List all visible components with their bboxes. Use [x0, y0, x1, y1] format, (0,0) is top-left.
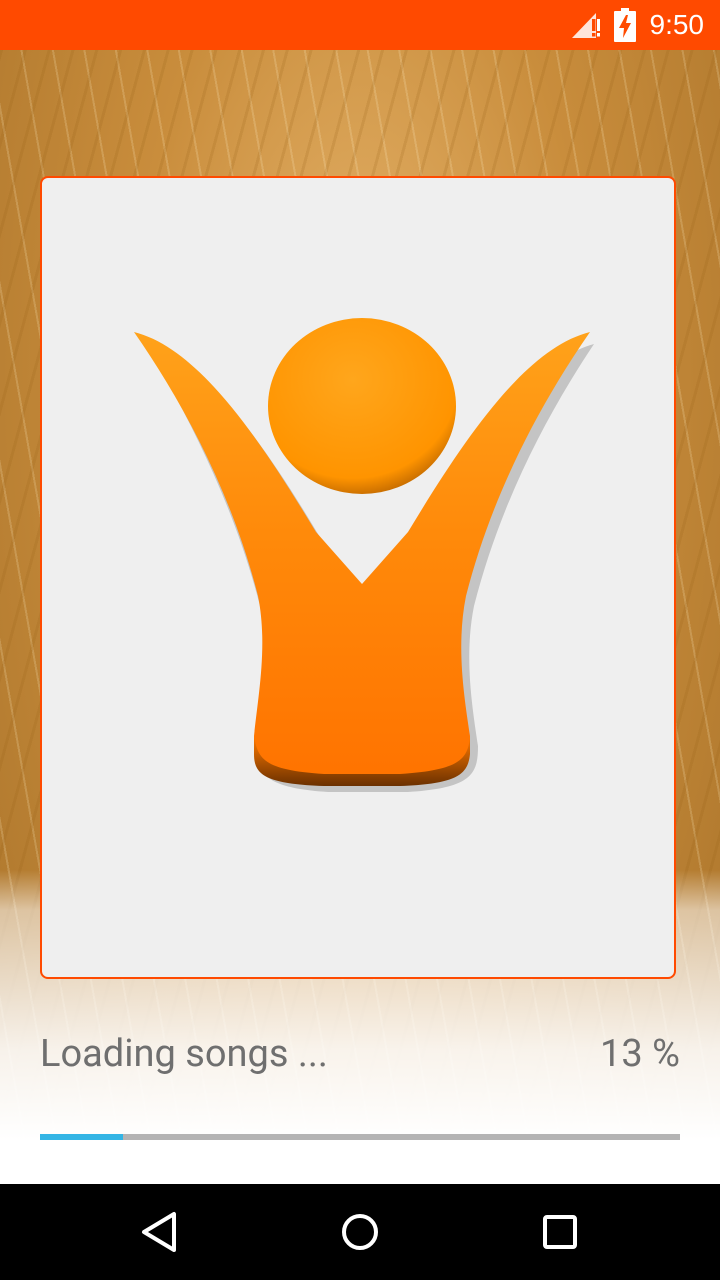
status-time: 9:50 — [649, 9, 705, 40]
battery-charging-icon — [614, 8, 636, 42]
navigation-bar — [0, 1184, 720, 1280]
back-icon[interactable] — [130, 1202, 190, 1262]
logo-card — [40, 176, 676, 979]
recents-icon[interactable] — [530, 1202, 590, 1262]
home-icon[interactable] — [330, 1202, 390, 1262]
status-bar: 9:50 — [0, 0, 720, 50]
loading-percent: 13 % — [600, 1032, 680, 1076]
progress-bar-fill — [40, 1134, 124, 1140]
loading-label: Loading songs ... — [40, 1032, 328, 1076]
signal-warning-icon — [572, 13, 600, 38]
app-background: Loading songs ... 13 % — [0, 50, 720, 1184]
person-raised-arms-logo — [134, 318, 594, 792]
progress-bar — [40, 1134, 680, 1140]
